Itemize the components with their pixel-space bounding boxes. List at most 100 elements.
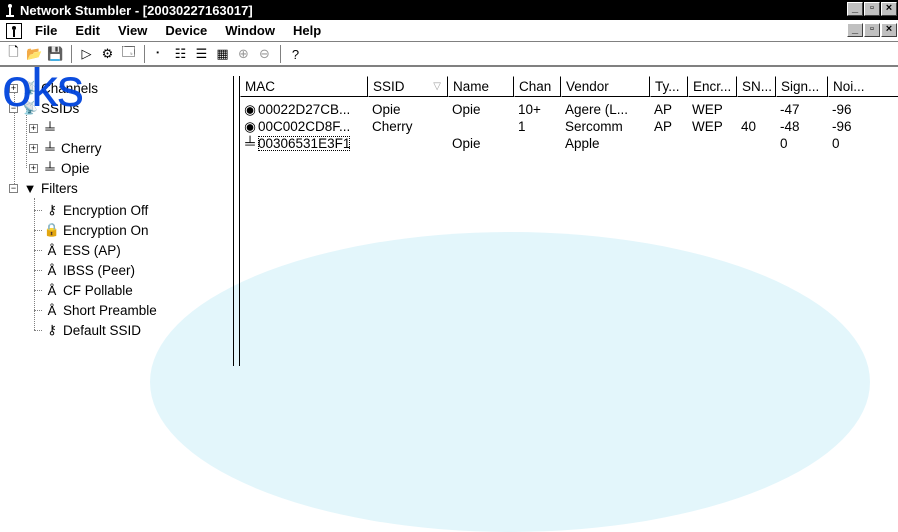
antenna-icon: 📡 xyxy=(21,100,39,115)
tree-item-ssids[interactable]: − 📡 SSIDs xyxy=(9,98,79,118)
toolbar-separator xyxy=(71,45,73,63)
menu-device[interactable]: Device xyxy=(156,23,216,38)
cell-snr: 40 xyxy=(741,119,757,134)
tree-item-filter-default-ssid[interactable]: ⚷ Default SSID xyxy=(44,320,141,340)
table-row[interactable]: ◉ 00C002CD8F... Cherry 1 Sercomm AP WEP 4… xyxy=(240,118,898,135)
expand-icon[interactable]: + xyxy=(9,83,18,93)
collapse-icon[interactable]: − xyxy=(9,183,18,193)
cell-text: 00022D27CB... xyxy=(258,102,351,117)
network-tree[interactable]: + 📡 Channels − 📡 SSIDs + ╧ + ╧ Cherry + … xyxy=(6,76,234,366)
column-header-signal[interactable]: Sign... xyxy=(776,76,828,97)
column-header-type[interactable]: Ty... xyxy=(650,76,688,97)
cell-ssid: Cherry xyxy=(372,119,413,134)
list-icon[interactable]: ☷ xyxy=(171,45,190,64)
report-icon[interactable]: ▦ xyxy=(213,45,232,64)
antenna-icon: 📡 xyxy=(21,80,39,95)
zoom-in-icon[interactable]: ⊕ xyxy=(234,45,253,64)
close-button[interactable]: × xyxy=(881,2,897,16)
cell-signal: -48 xyxy=(780,119,800,134)
mdi-restore-button[interactable]: ▫ xyxy=(864,23,880,37)
play-icon[interactable]: ▷ xyxy=(77,45,96,64)
tree-item-label: Short Preamble xyxy=(63,302,157,318)
cell-ssid: Opie xyxy=(372,102,401,117)
restore-button[interactable]: ▫ xyxy=(864,2,880,16)
tree-item-filter-short-preamble[interactable]: Å Short Preamble xyxy=(44,300,157,320)
scan-options-icon[interactable]: ⚙ xyxy=(98,45,117,64)
expand-icon[interactable]: + xyxy=(29,143,38,153)
cell-encryption: WEP xyxy=(692,102,723,117)
menu-edit[interactable]: Edit xyxy=(66,23,109,38)
tree-item-ssid-opie[interactable]: + ╧ Opie xyxy=(29,158,90,178)
tree-item-filter-cf-pollable[interactable]: Å CF Pollable xyxy=(44,280,133,300)
column-header-noise[interactable]: Noi... xyxy=(828,76,898,97)
cell-noise: 0 xyxy=(832,136,840,151)
tree-item-channels[interactable]: + 📡 Channels xyxy=(9,78,98,98)
toolbar-separator xyxy=(144,45,146,63)
small-icons-icon[interactable]: ⠂ xyxy=(150,45,169,64)
mdi-close-button[interactable]: × xyxy=(881,23,897,37)
open-icon[interactable]: 📂 xyxy=(25,45,44,64)
cell-noise: -96 xyxy=(832,102,852,117)
list-header: MAC SSID ▽ Name Chan Vendor Ty... Encr..… xyxy=(240,76,898,97)
help-icon[interactable]: ? xyxy=(286,45,305,64)
ap-list[interactable]: MAC SSID ▽ Name Chan Vendor Ty... Encr..… xyxy=(239,76,898,366)
column-header-label: SSID xyxy=(373,79,405,94)
cell-mac: ◉ 00C002CD8F... xyxy=(240,118,368,135)
expand-icon[interactable]: + xyxy=(29,123,38,133)
cell-snr xyxy=(737,101,776,118)
details-icon[interactable]: ☰ xyxy=(192,45,211,64)
network-icon: ╧ xyxy=(45,120,55,136)
cell-name: Opie xyxy=(452,102,481,117)
tree-item-filter-encryption-off[interactable]: ⚷ Encryption Off xyxy=(44,200,148,220)
column-header-mac[interactable]: MAC xyxy=(240,76,368,97)
window-titlebar[interactable]: Network Stumbler - [20030227163017] _ ▫ … xyxy=(0,0,898,20)
cell-name: Opie xyxy=(452,136,481,151)
tree-item-label: Cherry xyxy=(61,140,102,156)
cell-signal: -47 xyxy=(780,102,800,117)
menu-file[interactable]: File xyxy=(26,23,66,38)
column-header-name[interactable]: Name xyxy=(448,76,514,97)
tree-item-ssid-unnamed[interactable]: + ╧ xyxy=(29,118,61,138)
minimize-button[interactable]: _ xyxy=(847,2,863,16)
mdi-minimize-button[interactable]: _ xyxy=(847,23,863,37)
cell-vendor: Apple xyxy=(565,136,600,151)
cell-encryption xyxy=(688,135,737,152)
table-row[interactable]: ╧ 00306531E3F1 Opie Apple 0 0 xyxy=(240,135,898,152)
expand-icon[interactable]: + xyxy=(29,163,38,173)
save-icon[interactable]: 💾 xyxy=(46,45,65,64)
cell-vendor: Sercomm xyxy=(565,119,623,134)
menubar: File Edit View Device Window Help _ ▫ × xyxy=(0,20,898,42)
tree-item-label: Encryption On xyxy=(63,222,149,238)
filter-icon: ▼ xyxy=(23,180,37,196)
column-header-encryption[interactable]: Encr... xyxy=(688,76,737,97)
tree-item-filter-ess[interactable]: Å ESS (AP) xyxy=(44,240,121,260)
key-icon: ⚷ xyxy=(47,202,57,217)
cell-encryption: WEP xyxy=(692,119,723,134)
table-row[interactable]: ◉ 00022D27CB... Opie Opie 10+ Agere (L...… xyxy=(240,101,898,118)
tree-item-filter-ibss[interactable]: Å IBSS (Peer) xyxy=(44,260,135,280)
cell-text: 00306531E3F1 xyxy=(258,136,351,151)
menu-help[interactable]: Help xyxy=(284,23,330,38)
menu-window[interactable]: Window xyxy=(216,23,284,38)
document-icon[interactable] xyxy=(6,22,22,39)
zoom-out-icon[interactable]: ⊖ xyxy=(255,45,274,64)
new-icon[interactable]: 🗋 xyxy=(4,44,23,64)
cell-type xyxy=(650,135,688,152)
properties-icon[interactable]: 🗔 xyxy=(119,44,138,64)
collapse-icon[interactable]: − xyxy=(9,103,18,113)
app-icon xyxy=(3,3,17,17)
cell-chan: 10+ xyxy=(518,102,541,117)
tree-item-ssid-cherry[interactable]: + ╧ Cherry xyxy=(29,138,102,158)
menu-view[interactable]: View xyxy=(109,23,156,38)
tree-item-label: SSIDs xyxy=(41,100,80,116)
column-header-vendor[interactable]: Vendor xyxy=(561,76,650,97)
lock-icon: 🔒 xyxy=(43,222,61,237)
column-header-ssid[interactable]: SSID ▽ xyxy=(368,76,448,97)
cell-noise: -96 xyxy=(832,119,852,134)
cell-type: AP xyxy=(654,102,673,117)
tree-item-filters[interactable]: − ▼ Filters xyxy=(9,178,78,198)
ap-signal-icon: ◉ xyxy=(244,102,256,117)
tree-item-filter-encryption-on[interactable]: 🔒 Encryption On xyxy=(44,220,149,240)
column-header-snr[interactable]: SN... xyxy=(737,76,776,97)
column-header-chan[interactable]: Chan xyxy=(514,76,561,97)
